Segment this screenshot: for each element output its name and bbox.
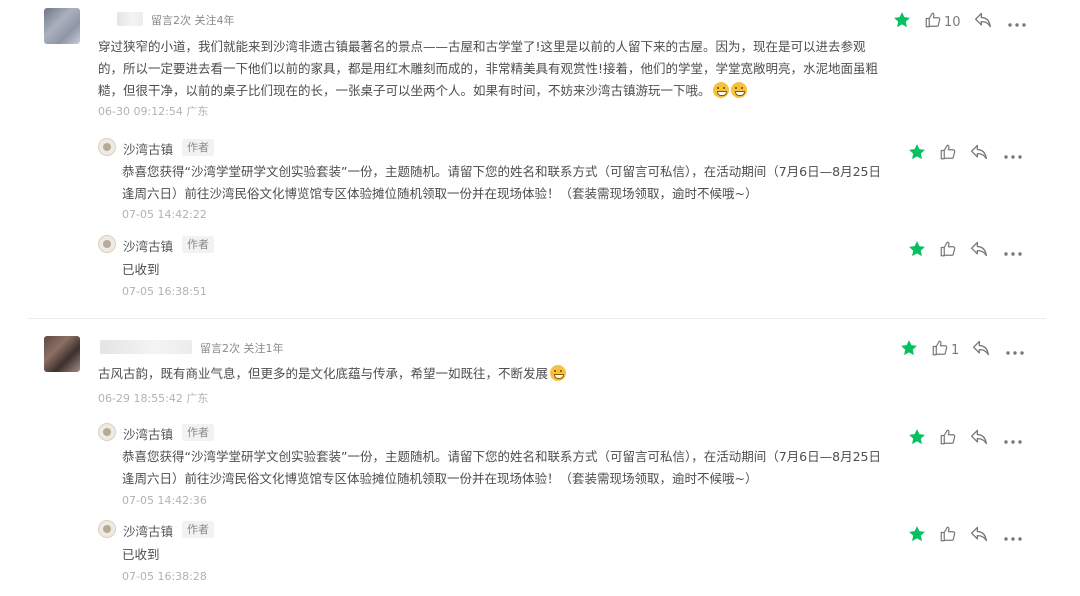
comment-actions: 10 [892, 10, 1027, 34]
reply-time: 07-05 16:38:51 [122, 285, 207, 298]
author-avatar[interactable] [98, 138, 116, 156]
star-icon[interactable] [899, 338, 919, 362]
reply-time: 07-05 14:42:22 [122, 208, 207, 221]
more-dots-icon[interactable] [1003, 242, 1023, 261]
comment-time: 06-30 09:12:54 广东 [98, 105, 209, 118]
more-dots-icon[interactable] [1005, 341, 1025, 360]
reply-time: 07-05 16:38:28 [122, 570, 207, 583]
thumbs-up-icon[interactable] [924, 11, 942, 33]
comment-text-content: 穿过狭窄的小道，我们就能来到沙湾非遗古镇最著名的景点——古屋和古学堂了!这里是以… [98, 39, 879, 98]
reply-arrow-icon[interactable] [969, 143, 989, 165]
reply-text: 恭喜您获得“沙湾学堂研学文创实验套装”一份，主题随机。请留下您的姓名和联系方式（… [122, 449, 881, 486]
reply-text: 已收到 [122, 547, 160, 562]
reply-actions [907, 427, 1023, 451]
reply-time: 07-05 14:42:36 [122, 494, 207, 507]
reply-text: 已收到 [122, 262, 160, 277]
reply-author-name[interactable]: 沙湾古镇 [123, 521, 173, 540]
reply-arrow-icon[interactable] [969, 428, 989, 450]
more-dots-icon[interactable] [1003, 145, 1023, 164]
author-badge: 作者 [182, 139, 214, 156]
comment-meta: 留言2次 关注1年 [200, 342, 284, 355]
avatar[interactable] [44, 8, 80, 44]
reply-author-name[interactable]: 沙湾古镇 [123, 139, 173, 158]
avatar[interactable] [44, 336, 80, 372]
like-count: 10 [944, 14, 961, 30]
more-dots-icon[interactable] [1003, 527, 1023, 546]
grin-emoji-icon [712, 82, 729, 98]
reply-text: 恭喜您获得“沙湾学堂研学文创实验套装”一份，主题随机。请留下您的姓名和联系方式（… [122, 164, 881, 201]
comment-actions: 1 [899, 338, 1025, 362]
comment-time: 06-29 18:55:42 广东 [98, 392, 209, 405]
comment-text: 穿过狭窄的小道，我们就能来到沙湾非遗古镇最著名的景点——古屋和古学堂了!这里是以… [98, 36, 890, 102]
reply-actions [907, 524, 1023, 548]
star-icon[interactable] [892, 10, 912, 34]
star-icon[interactable] [907, 239, 927, 263]
star-icon[interactable] [907, 142, 927, 166]
reply-author-name[interactable]: 沙湾古镇 [123, 424, 173, 443]
reply-arrow-icon[interactable] [973, 11, 993, 33]
reply-arrow-icon[interactable] [969, 240, 989, 262]
thumbs-up-icon[interactable] [939, 525, 957, 547]
author-avatar[interactable] [98, 235, 116, 253]
like-count: 1 [951, 342, 960, 358]
author-avatar[interactable] [98, 520, 116, 538]
more-dots-icon[interactable] [1007, 13, 1027, 32]
author-avatar[interactable] [98, 423, 116, 441]
thumbs-up-icon[interactable] [931, 339, 949, 361]
nickname-blurred[interactable] [117, 12, 143, 26]
thumbs-up-icon[interactable] [939, 240, 957, 262]
thumbs-up-icon[interactable] [939, 428, 957, 450]
author-badge: 作者 [182, 236, 214, 253]
reply-author-name[interactable]: 沙湾古镇 [123, 236, 173, 255]
reply-arrow-icon[interactable] [971, 339, 991, 361]
star-icon[interactable] [907, 427, 927, 451]
star-icon[interactable] [907, 524, 927, 548]
grin-emoji-icon [550, 365, 567, 381]
comment-meta: 留言2次 关注4年 [151, 14, 235, 27]
author-badge: 作者 [182, 424, 214, 441]
comment-divider [28, 318, 1046, 319]
reply-arrow-icon[interactable] [969, 525, 989, 547]
reply-actions [907, 239, 1023, 263]
thumbs-up-icon[interactable] [939, 143, 957, 165]
comment-text: 古风古韵，既有商业气息，但更多的是文化底蕴与传承，希望一如既往，不断发展 [98, 363, 890, 385]
reply-actions [907, 142, 1023, 166]
nickname-blurred[interactable] [100, 340, 192, 354]
comment-text-content: 古风古韵，既有商业气息，但更多的是文化底蕴与传承，希望一如既往，不断发展 [98, 366, 549, 381]
grin-emoji-icon [730, 82, 747, 98]
more-dots-icon[interactable] [1003, 430, 1023, 449]
author-badge: 作者 [182, 521, 214, 538]
